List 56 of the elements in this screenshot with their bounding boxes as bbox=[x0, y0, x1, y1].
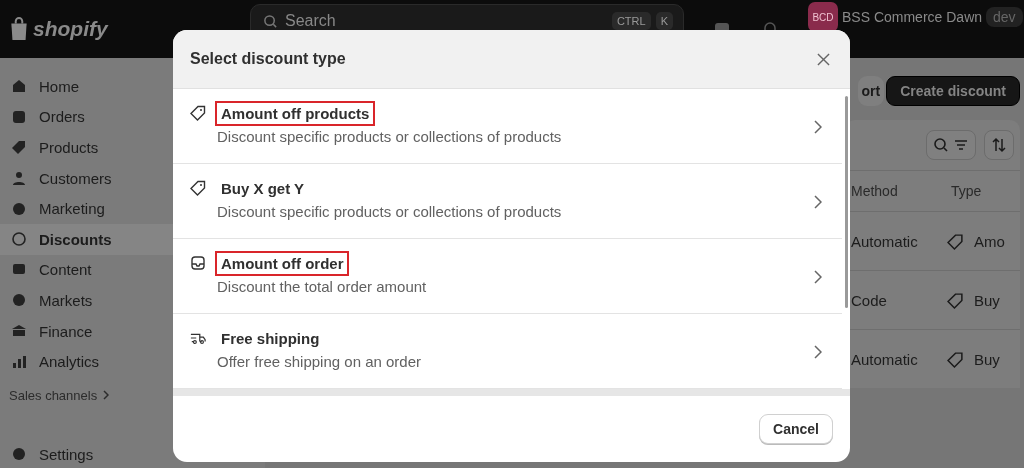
table-cell-text: Automatic bbox=[851, 232, 919, 250]
table-cell-text: Code bbox=[851, 291, 888, 309]
option-description: Discount specific products or collections of products bbox=[217, 128, 563, 145]
chevron-right-icon bbox=[814, 120, 822, 134]
option-description: Discount specific products or collections of products bbox=[217, 203, 563, 220]
option-title: Free shipping bbox=[220, 328, 321, 349]
action-button[interactable]: ort bbox=[857, 76, 885, 106]
products-icon bbox=[11, 139, 27, 156]
table-cell: Buy bbox=[974, 350, 1000, 368]
chevron-right-icon bbox=[814, 270, 822, 284]
tag-icon bbox=[190, 180, 206, 196]
store-name[interactable]: BSS Commerce Dawn bbox=[842, 9, 983, 25]
table-cell: Buy bbox=[974, 291, 1000, 309]
chevron-right-icon bbox=[814, 195, 822, 209]
keyboard-key: CTRL bbox=[611, 12, 651, 30]
dialog-title: Select discount type bbox=[190, 50, 346, 68]
tag-icon bbox=[947, 291, 964, 309]
search-icon bbox=[263, 14, 278, 29]
table-cell: Amo bbox=[974, 232, 1005, 250]
scrollbar[interactable] bbox=[845, 96, 848, 308]
filter-icon bbox=[953, 137, 969, 153]
option-description: Discount the total order amount bbox=[217, 278, 428, 295]
analytics-icon bbox=[11, 353, 27, 370]
option-description: Offer free shipping on an order bbox=[217, 353, 423, 370]
home-icon bbox=[11, 78, 27, 95]
option-title: Amount off products bbox=[215, 100, 376, 126]
settings-item[interactable]: Settings bbox=[0, 442, 259, 466]
customers-icon bbox=[11, 170, 27, 187]
cancel-button[interactable]: Cancel bbox=[759, 414, 833, 444]
discount-option[interactable]: Amount off products Discount specific products or collections of products bbox=[173, 89, 842, 164]
search-filter-button[interactable] bbox=[926, 130, 976, 160]
dev-badge: dev bbox=[986, 7, 1023, 27]
search-icon bbox=[933, 137, 949, 153]
tag-icon bbox=[947, 350, 964, 368]
keyboard-key: K bbox=[655, 12, 673, 30]
chevron-right-icon bbox=[103, 390, 110, 401]
sales-channels-link[interactable]: Sales channels bbox=[9, 387, 98, 403]
tag-icon bbox=[947, 232, 964, 250]
option-title: Buy X get Y bbox=[220, 178, 306, 199]
discount-option[interactable]: Buy X get Y Discount specific products or collections of products bbox=[173, 164, 842, 239]
chevron-right-icon bbox=[814, 345, 822, 359]
column-header: Type bbox=[951, 183, 982, 199]
store-avatar[interactable]: BCD bbox=[808, 2, 838, 32]
table-cell-text: Automatic bbox=[851, 350, 919, 368]
close-icon[interactable] bbox=[817, 52, 830, 66]
column-header: Method bbox=[851, 183, 899, 199]
inbox-icon bbox=[190, 255, 206, 271]
discount-option[interactable]: Free shipping Offer free shipping on an order bbox=[173, 314, 842, 389]
tag-icon bbox=[190, 105, 206, 121]
sort-button[interactable] bbox=[984, 130, 1014, 160]
discount-option[interactable]: Amount off order Discount the total order amount bbox=[173, 239, 842, 314]
logo-text: shopify bbox=[33, 17, 108, 41]
sort-icon bbox=[991, 137, 1007, 153]
shopping-bag-icon bbox=[8, 17, 30, 41]
action-button[interactable]: Create discount bbox=[886, 76, 1020, 106]
option-title: Amount off order bbox=[215, 250, 350, 276]
